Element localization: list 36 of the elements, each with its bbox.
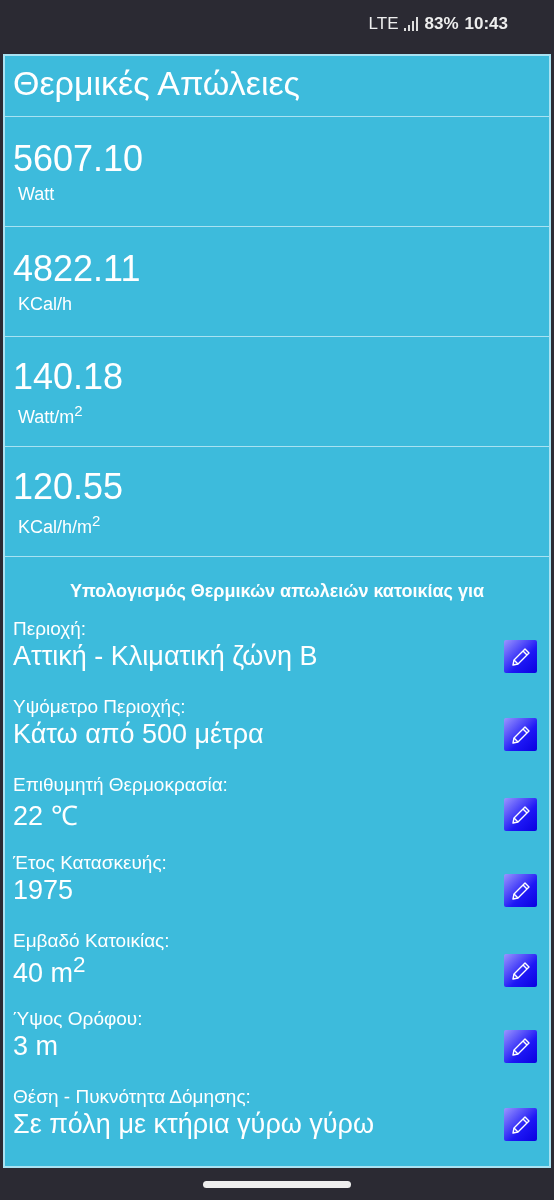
parameter-label: Εμβαδό Κατοικίας: [13,930,171,952]
result-value: 120.55 [13,465,125,508]
edit-button[interactable] [504,640,537,673]
parameter-value: 1975 [13,875,74,906]
parameter-value: 3 m [13,1031,58,1062]
parameter-value: Σε πόλη με κτήρια γύρω γύρω [13,1109,375,1140]
parameter-label: Ύψος Ορόφου: [13,1008,144,1030]
edit-button[interactable] [504,718,537,751]
parameter-label: Περιοχή: [13,618,88,640]
clock-time: 10:43 [464,14,508,34]
parameter-value: 40 m$^{2}$ [13,952,86,989]
page-title: Θερμικές Απώλειες [5,56,549,117]
result-value: 5607.10 [13,138,145,180]
battery-level: 83% [424,14,459,34]
result-value: 4822.11 [13,248,142,290]
parameter-label: Θέση - Πυκνότητα Δόμησης: [13,1086,252,1108]
edit-button[interactable] [504,954,537,987]
result-unit: KCal/h/m$^{2}$ [17,511,102,538]
home-handle[interactable] [203,1180,351,1188]
signal-icon [404,17,419,31]
section-heading: Υπολογισμός Θερμικών απωλειών κατοικίας για [69,581,485,602]
parameter-label: Επιθυμητή Θερμοκρασία: [13,774,229,796]
parameter-value: Κάτω από 500 μέτρα [13,719,264,750]
edit-button[interactable] [504,874,537,907]
result-value: 140.18 [13,355,125,398]
edit-button[interactable] [504,798,537,831]
edit-button[interactable] [504,1108,537,1141]
parameter-label: Υψόμετρο Περιοχής: [13,696,187,718]
result-unit: KCal/h [17,294,74,315]
parameter-label: Έτος Κατασκευής: [13,852,168,874]
result-unit: Watt [17,184,56,205]
edit-button[interactable] [504,1030,537,1063]
parameter-value: Αττική - Κλιματική ζώνη Β [13,641,318,672]
network-type: LTE [368,14,399,34]
parameter-value: 22 ℃ [13,800,78,833]
result-unit: Watt/m$^{2}$ [17,401,84,428]
